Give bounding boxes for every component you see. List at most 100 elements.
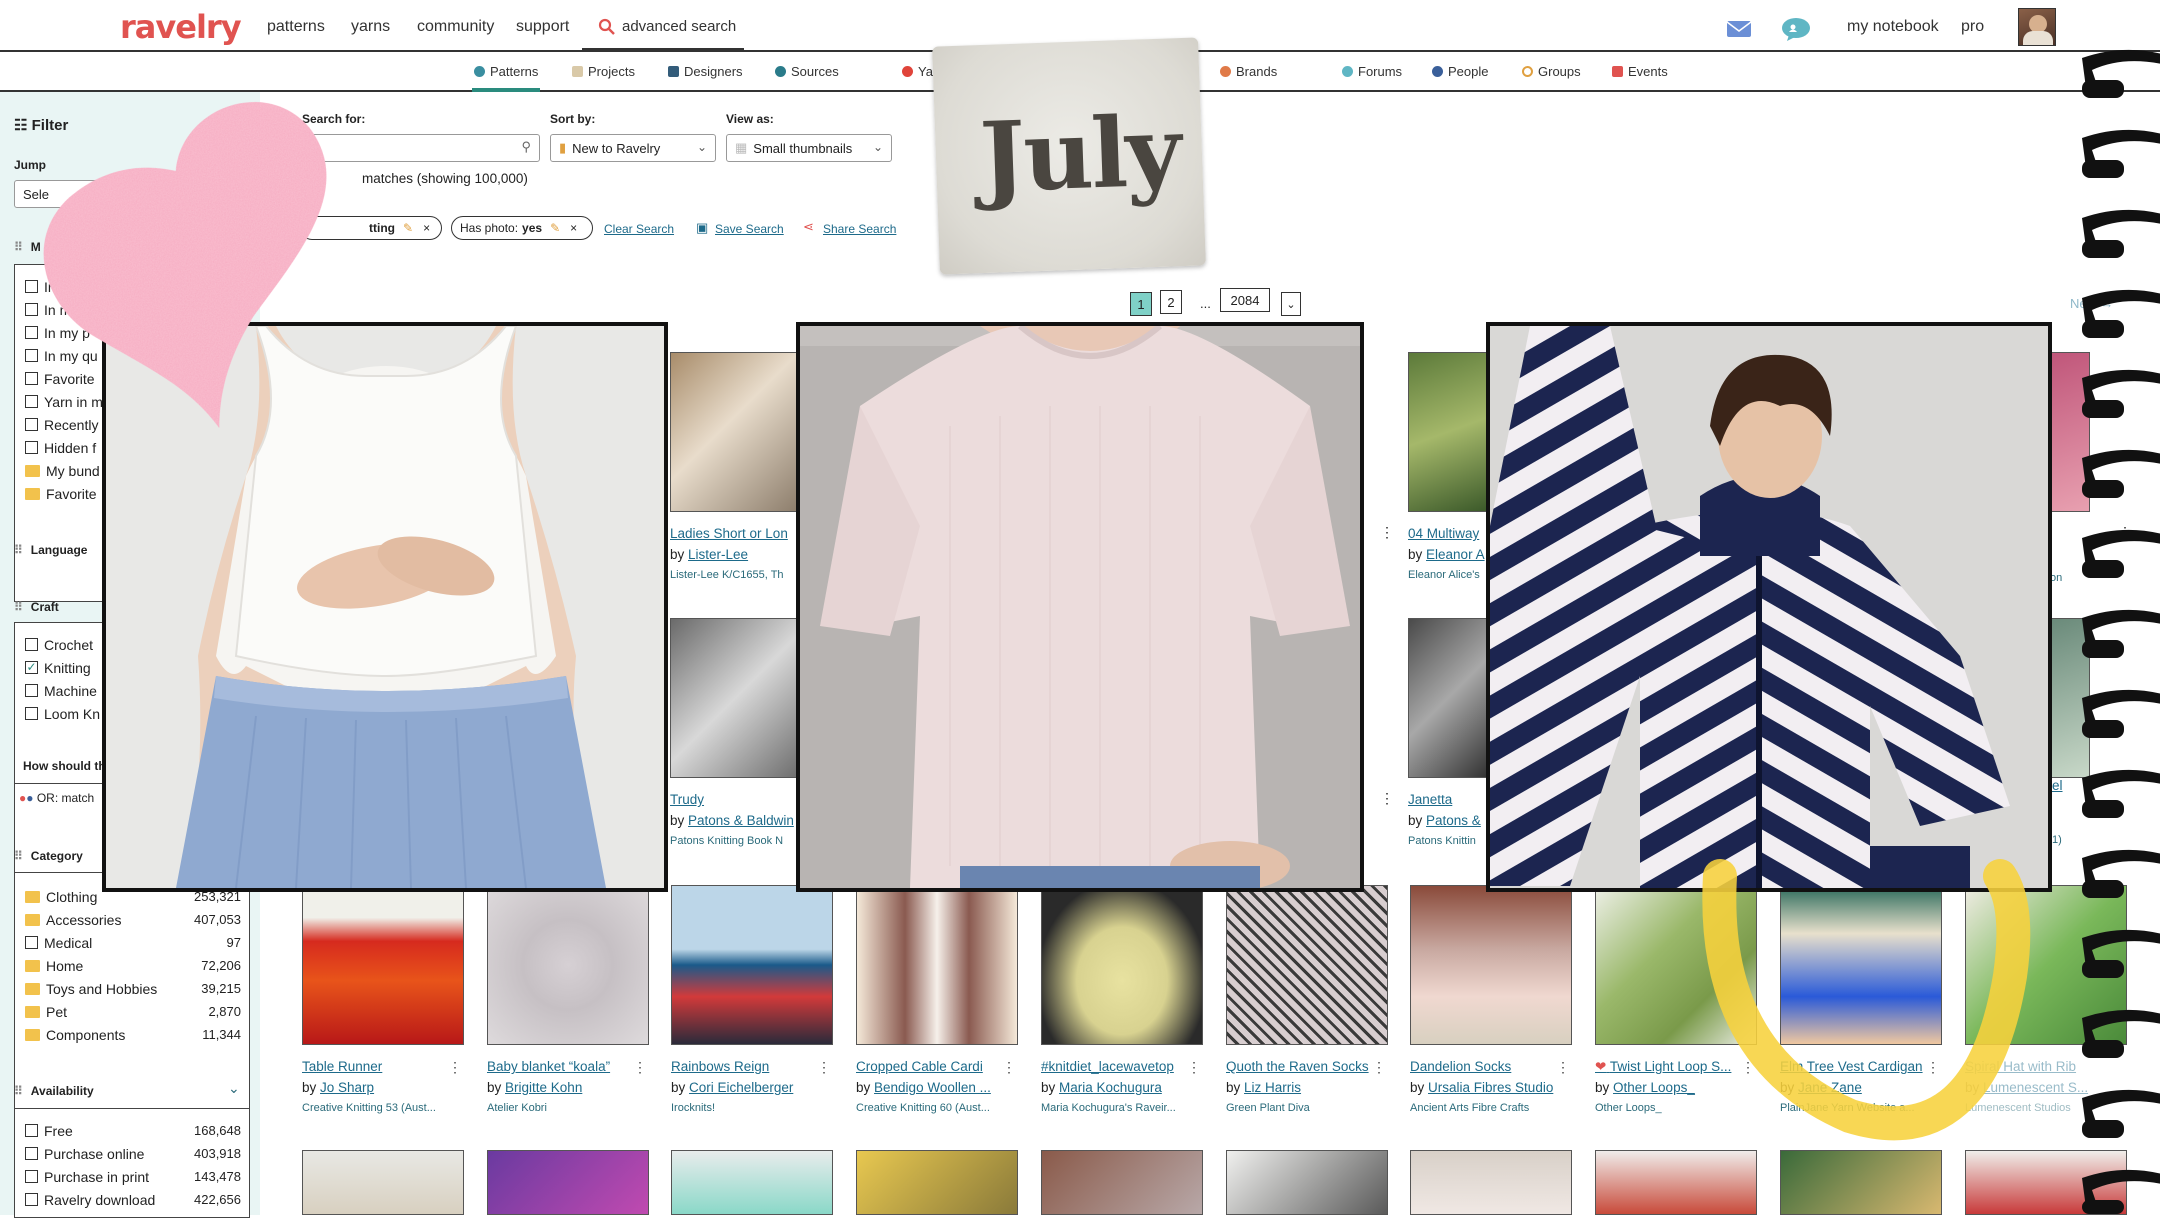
checkbox[interactable] bbox=[25, 326, 38, 339]
clear-search-link[interactable]: Clear Search bbox=[604, 222, 674, 236]
checkbox[interactable] bbox=[25, 303, 38, 316]
checkbox[interactable] bbox=[25, 418, 38, 431]
pattern-source[interactable]: Atelier Kobri bbox=[487, 1102, 649, 1116]
pattern-title[interactable]: Baby blanket “koala” bbox=[487, 1059, 649, 1077]
drag-handle-icon[interactable]: ⠿ bbox=[14, 240, 23, 254]
pattern-thumbnail[interactable] bbox=[302, 885, 464, 1045]
checkbox[interactable] bbox=[25, 1170, 38, 1183]
pattern-thumbnail[interactable] bbox=[1410, 885, 1572, 1045]
checkbox[interactable] bbox=[25, 349, 38, 362]
pattern-source[interactable]: Irocknits! bbox=[671, 1102, 833, 1116]
language-heading[interactable]: ⠿ Language bbox=[14, 543, 87, 557]
pattern-author[interactable]: Bendigo Woollen ... bbox=[874, 1080, 991, 1095]
chevron-down-icon[interactable]: ⌄ bbox=[228, 1080, 240, 1097]
pattern-thumbnail[interactable] bbox=[487, 885, 649, 1045]
tab-designers[interactable]: Designers bbox=[668, 64, 743, 79]
more-options-icon[interactable]: ⋮ bbox=[817, 1059, 831, 1076]
pattern-thumbnail[interactable] bbox=[302, 1150, 464, 1215]
share-search-link[interactable]: Share Search bbox=[823, 222, 896, 236]
close-icon[interactable]: × bbox=[423, 221, 430, 235]
checkbox[interactable] bbox=[25, 372, 38, 385]
pattern-author[interactable]: Maria Kochugura bbox=[1059, 1080, 1162, 1095]
pattern-card[interactable]: Table Runner by Jo Sharp Creative Knitti… bbox=[302, 885, 464, 1116]
category-item[interactable]: Medical 97 bbox=[25, 931, 241, 954]
pattern-card[interactable]: 04 Multiway by Eleanor A Eleanor Alice's bbox=[1408, 352, 1488, 583]
category-item[interactable]: Home 72,206 bbox=[25, 954, 241, 977]
pattern-thumbnail[interactable] bbox=[856, 885, 1018, 1045]
ravelry-logo[interactable]: ravelry bbox=[120, 8, 242, 46]
chat-bubble-icon[interactable] bbox=[1781, 16, 1811, 42]
more-options-icon[interactable]: ⋮ bbox=[1380, 524, 1394, 541]
more-options-icon[interactable]: ⋮ bbox=[448, 1059, 462, 1076]
pattern-card[interactable]: Dandelion Socks by Ursalia Fibres Studio… bbox=[1410, 885, 1572, 1116]
pattern-card[interactable]: #knitdiet_lacewavetop by Maria Kochugura… bbox=[1041, 885, 1203, 1116]
page-last-button[interactable]: 2084 bbox=[1220, 288, 1270, 312]
pattern-source[interactable]: Creative Knitting 53 (Aust... bbox=[302, 1102, 464, 1116]
tab-events[interactable]: Events bbox=[1612, 64, 1668, 79]
pattern-source[interactable]: Green Plant Diva bbox=[1226, 1102, 1388, 1116]
pattern-thumbnail[interactable] bbox=[1410, 1150, 1572, 1215]
drag-handle-icon[interactable]: ⠿ bbox=[14, 1084, 23, 1098]
pattern-thumbnail[interactable] bbox=[1408, 618, 1488, 778]
pattern-thumbnail[interactable] bbox=[487, 1150, 649, 1215]
checkbox-checked[interactable]: ✓ bbox=[25, 661, 38, 674]
pattern-card[interactable]: Cropped Cable Cardi by Bendigo Woollen .… bbox=[856, 885, 1018, 1116]
pattern-author[interactable]: Brigitte Kohn bbox=[505, 1080, 582, 1095]
match-mode[interactable]: ●● OR: match bbox=[19, 791, 94, 805]
filter-chip-has-photo[interactable]: Has photo: yes ✎ × bbox=[451, 216, 593, 240]
avatar[interactable] bbox=[2018, 8, 2056, 46]
pattern-thumbnail[interactable] bbox=[1041, 1150, 1203, 1215]
mail-icon[interactable] bbox=[1726, 20, 1752, 38]
pattern-source[interactable]: Maria Kochugura's Raveir... bbox=[1041, 1102, 1203, 1116]
nav-patterns[interactable]: patterns bbox=[267, 18, 325, 36]
pattern-source[interactable]: Creative Knitting 60 (Aust... bbox=[856, 1102, 1018, 1116]
pattern-source[interactable]: Ancient Arts Fibre Crafts bbox=[1410, 1102, 1572, 1116]
pattern-thumbnail[interactable] bbox=[1226, 1150, 1388, 1215]
pattern-author[interactable]: Patons & bbox=[1426, 813, 1481, 828]
save-search-link[interactable]: Save Search bbox=[715, 222, 784, 236]
page-1-button[interactable]: 1 bbox=[1130, 292, 1152, 316]
pattern-author[interactable]: Jo Sharp bbox=[320, 1080, 374, 1095]
availability-heading[interactable]: ⠿ Availability bbox=[14, 1084, 94, 1098]
pattern-card[interactable]: Janetta by Patons & Patons Knittin bbox=[1408, 618, 1488, 849]
tab-sources[interactable]: Sources bbox=[775, 64, 839, 79]
category-item[interactable]: Toys and Hobbies 39,215 bbox=[25, 977, 241, 1000]
tab-people[interactable]: People bbox=[1432, 64, 1488, 79]
checkbox[interactable] bbox=[25, 1193, 38, 1206]
pattern-title[interactable]: #knitdiet_lacewavetop bbox=[1041, 1059, 1203, 1077]
availability-item[interactable]: Purchase online 403,918 bbox=[25, 1142, 241, 1165]
page-2-button[interactable]: 2 bbox=[1160, 290, 1182, 314]
availability-item[interactable]: Free 168,648 bbox=[25, 1119, 241, 1142]
category-item[interactable]: Pet 2,870 bbox=[25, 1000, 241, 1023]
pattern-thumbnail[interactable] bbox=[1041, 885, 1203, 1045]
checkbox[interactable] bbox=[25, 707, 38, 720]
checkbox[interactable] bbox=[25, 1147, 38, 1160]
pattern-thumbnail[interactable] bbox=[671, 885, 833, 1045]
more-options-icon[interactable]: ⋮ bbox=[1556, 1059, 1570, 1076]
nav-my-notebook[interactable]: my notebook bbox=[1847, 18, 1939, 36]
checkbox[interactable] bbox=[25, 638, 38, 651]
nav-community[interactable]: community bbox=[417, 18, 494, 36]
pattern-thumbnail[interactable] bbox=[671, 1150, 833, 1215]
pattern-author[interactable]: Liz Harris bbox=[1244, 1080, 1301, 1095]
category-item[interactable]: Accessories 407,053 bbox=[25, 908, 241, 931]
pattern-author[interactable]: Ursalia Fibres Studio bbox=[1428, 1080, 1553, 1095]
pattern-thumbnail[interactable] bbox=[1408, 352, 1488, 512]
more-options-icon[interactable]: ⋮ bbox=[1380, 790, 1394, 807]
pattern-title[interactable]: Table Runner bbox=[302, 1059, 464, 1077]
tab-forums[interactable]: Forums bbox=[1342, 64, 1402, 79]
tab-projects[interactable]: Projects bbox=[572, 64, 635, 79]
pattern-card[interactable]: Rainbows Reign by Cori Eichelberger Iroc… bbox=[671, 885, 833, 1116]
more-options-icon[interactable]: ⋮ bbox=[1187, 1059, 1201, 1076]
pattern-author[interactable]: Cori Eichelberger bbox=[689, 1080, 793, 1095]
checkbox[interactable] bbox=[25, 441, 38, 454]
page-dropdown[interactable]: ⌄ bbox=[1281, 292, 1301, 316]
pattern-title[interactable]: Janetta bbox=[1408, 792, 1488, 810]
view-select[interactable]: ▦ Small thumbnails ⌄ bbox=[726, 134, 892, 162]
drag-handle-icon[interactable]: ⠿ bbox=[14, 849, 23, 863]
pattern-title[interactable]: Cropped Cable Cardi bbox=[856, 1059, 1018, 1077]
category-item[interactable]: Components 11,344 bbox=[25, 1023, 241, 1046]
checkbox[interactable] bbox=[25, 280, 38, 293]
nav-support[interactable]: support bbox=[516, 18, 569, 36]
pattern-thumbnail[interactable] bbox=[856, 1150, 1018, 1215]
